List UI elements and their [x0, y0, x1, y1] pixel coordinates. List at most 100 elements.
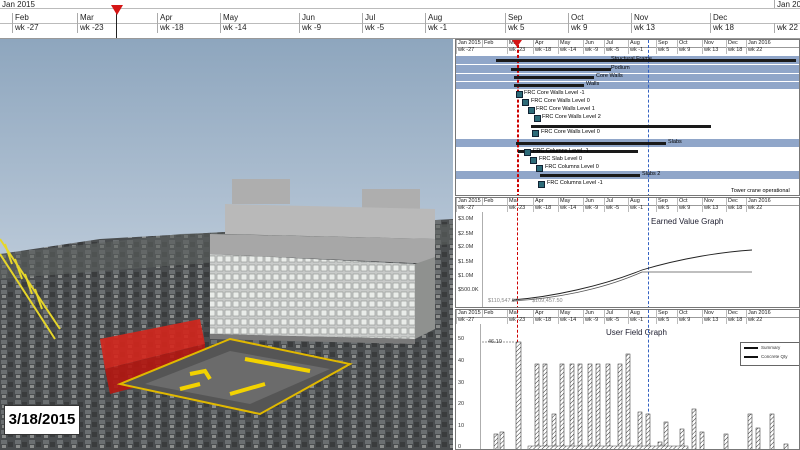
month-label: Apr — [533, 198, 544, 205]
gantt-bar[interactable] — [514, 76, 594, 79]
week-label: wk 13 — [702, 47, 719, 54]
ev-weeks: wk -27 wk -23 wk -18 wk -14 wk -9 wk -5 … — [456, 205, 799, 212]
gantt-chart-panel[interactable]: Jan 2015 Feb Mar Apr May Jun Jul Aug Sep… — [455, 39, 800, 196]
month-nov: Nov — [631, 13, 710, 23]
current-date-marker[interactable] — [111, 5, 123, 15]
bar — [542, 363, 548, 449]
month-sep: Sep — [505, 13, 568, 23]
month-label: Jan 2015 — [456, 310, 481, 317]
y-tick: 30 — [458, 380, 465, 386]
y-tick: $2.0M — [458, 244, 474, 250]
gantt-task-box[interactable] — [536, 165, 543, 172]
bar — [577, 363, 583, 449]
task-label: Walls — [586, 81, 600, 87]
gantt-date-marker[interactable] — [512, 40, 522, 47]
task-label: FRC Core Walls Level 2 — [542, 114, 601, 120]
month-label: Jul — [604, 198, 614, 205]
value-label: $109,457.50 — [532, 298, 563, 304]
y-tick: 20 — [458, 401, 465, 407]
task-label: FRC Slab Level 0 — [539, 156, 583, 162]
month-label: Aug — [628, 198, 640, 205]
task-label: FRC Core Walls Level -1 — [524, 90, 585, 96]
gantt-task-box[interactable] — [534, 115, 541, 122]
week-label: wk -1 — [628, 317, 644, 324]
top-timeline[interactable]: Jan 2015 Jan 2016 Feb Mar Apr May Jun Ju… — [0, 0, 800, 39]
month-feb: Feb — [12, 13, 77, 23]
gantt-row-highlight — [456, 82, 799, 89]
bar — [637, 411, 643, 449]
week-label: wk 18 — [726, 205, 743, 212]
month-label: Apr — [533, 40, 544, 47]
bar — [625, 353, 631, 449]
month-label: Jun — [583, 40, 594, 47]
bar — [605, 363, 611, 449]
uf-weeks: wk -27 wk -23 wk -18 wk -14 wk -9 wk -5 … — [456, 317, 799, 324]
month-label: Jan 2016 — [746, 198, 771, 205]
task-label: FRC Columns Level 0 — [545, 164, 599, 170]
month-label: Oct — [677, 198, 688, 205]
gantt-task-box[interactable] — [538, 181, 545, 188]
legend-swatch — [744, 347, 758, 349]
month-label: Oct — [677, 310, 688, 317]
week-label: wk -27 — [456, 205, 475, 212]
month-label: Dec — [726, 198, 738, 205]
gantt-task-box[interactable] — [516, 91, 523, 98]
week-label: wk -18 — [533, 317, 552, 324]
earned-value-curves — [482, 212, 753, 307]
task-label: Podium — [611, 65, 630, 71]
gantt-task-box[interactable] — [530, 157, 537, 164]
y-tick: $500.0K — [458, 287, 479, 293]
week-label: wk 22 — [774, 23, 800, 33]
month-label: Sep — [656, 310, 668, 317]
gantt-task-box[interactable] — [528, 107, 535, 114]
y-tick: 40 — [458, 358, 465, 364]
month-label: Jun — [583, 310, 594, 317]
gantt-bar[interactable] — [514, 84, 584, 87]
bar — [691, 408, 697, 449]
bar — [551, 413, 557, 449]
month-jun: Jun — [299, 13, 362, 23]
month-label: Jul — [604, 310, 614, 317]
legend-swatch — [744, 356, 758, 358]
y-tick: $3.0M — [458, 216, 474, 222]
year-label-2016: Jan 2016 — [774, 0, 800, 9]
gantt-task-box[interactable] — [532, 130, 539, 137]
week-label: wk 18 — [710, 23, 774, 33]
y-tick: 0 — [458, 444, 462, 450]
week-label: wk 5 — [505, 23, 568, 33]
week-label: wk 9 — [677, 47, 691, 54]
month-label: Sep — [656, 198, 668, 205]
gantt-task-box[interactable] — [522, 99, 529, 106]
gantt-bar[interactable] — [516, 142, 666, 145]
week-label: wk -23 — [77, 23, 157, 33]
earned-value-graph-panel[interactable]: Jan 2015 Feb Mar Apr May Jun Jul Aug Sep… — [455, 197, 800, 308]
gantt-task-box[interactable] — [524, 149, 531, 156]
gantt-weeks: wk -27 wk -23 wk -18 wk -14 wk -9 wk -5 … — [456, 47, 799, 54]
gantt-bar[interactable] — [531, 125, 711, 128]
week-label: wk -14 — [558, 47, 577, 54]
month-label: Aug — [628, 40, 640, 47]
y-tick: $2.5M — [458, 231, 474, 237]
user-field-graph-panel[interactable]: Jan 2015 Feb Mar Apr May Jun Jul Aug Sep… — [455, 309, 800, 450]
task-label: Structural Frame — [611, 56, 652, 62]
month-label: Apr — [533, 310, 544, 317]
bar — [595, 363, 601, 449]
task-label: FRC Core Walls Level 1 — [536, 106, 595, 112]
timeline-weeks-row: wk -27 wk -23 wk -18 wk -14 wk -9 wk -5 … — [0, 23, 800, 33]
month-label: Feb — [482, 40, 494, 47]
week-label: wk -9 — [583, 317, 599, 324]
3d-viewport[interactable]: 3/18/2015 — [0, 39, 453, 450]
month-label: Nov — [702, 310, 714, 317]
week-label: wk 18 — [726, 47, 743, 54]
week-label: wk 5 — [656, 205, 670, 212]
month-label: May — [558, 40, 571, 47]
gantt-bar[interactable] — [511, 68, 611, 71]
week-label: wk -27 — [456, 317, 475, 324]
gantt-bar[interactable] — [540, 174, 640, 177]
week-label: wk -18 — [157, 23, 220, 33]
month-label: Jul — [604, 40, 614, 47]
month-label: Dec — [726, 310, 738, 317]
y-tick: $1.0M — [458, 273, 474, 279]
month-label: Jan 2016 — [746, 40, 771, 47]
y-tick: $1.5M — [458, 259, 474, 265]
